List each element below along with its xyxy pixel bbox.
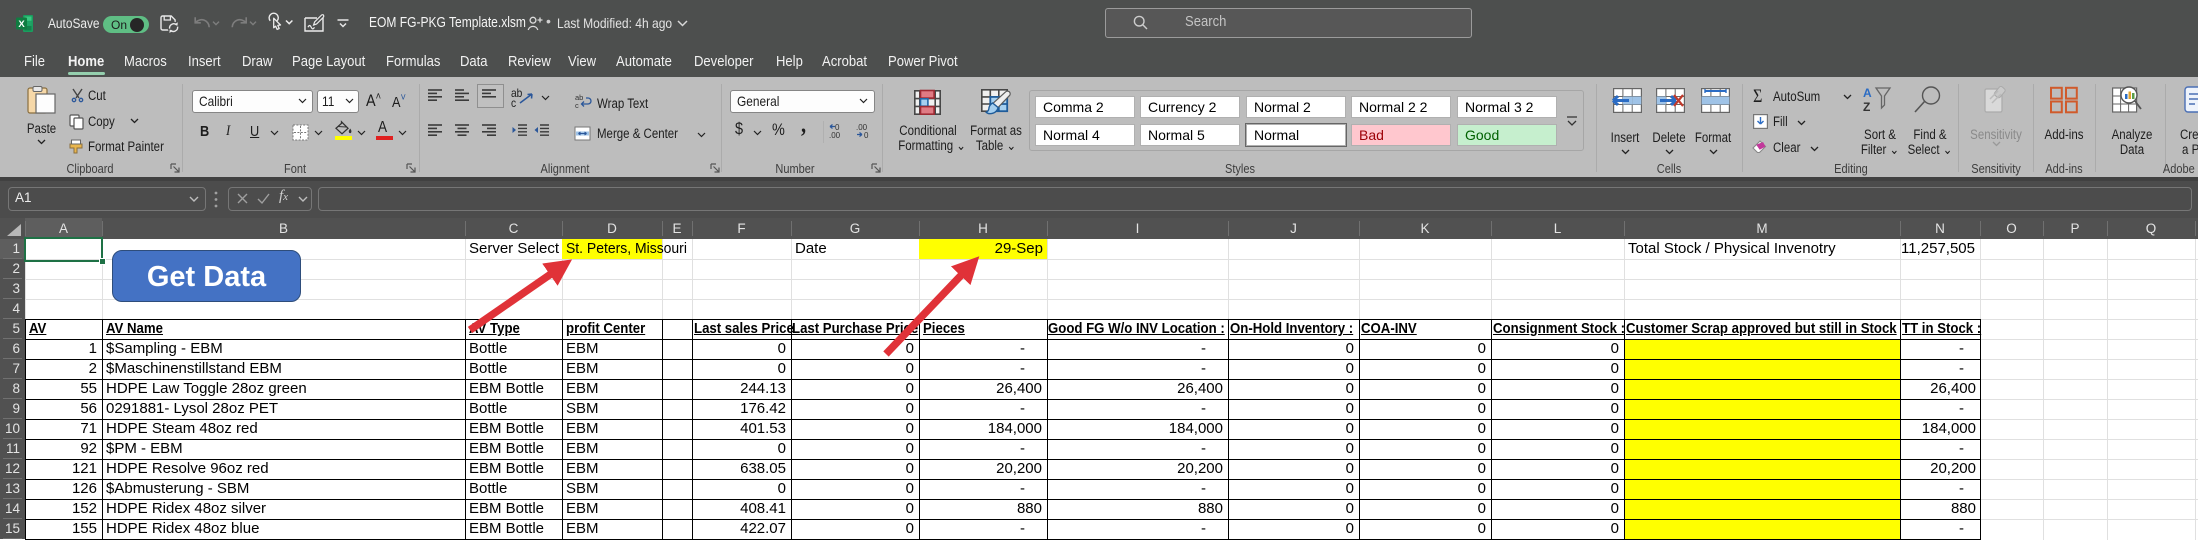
svg-text:X: X [18,19,25,30]
svg-text:Z: Z [1863,100,1870,114]
svg-text:0: 0 [864,131,869,140]
svg-text:c: c [575,101,579,110]
svg-text:A: A [1863,86,1872,100]
svg-text:.00: .00 [829,131,841,140]
